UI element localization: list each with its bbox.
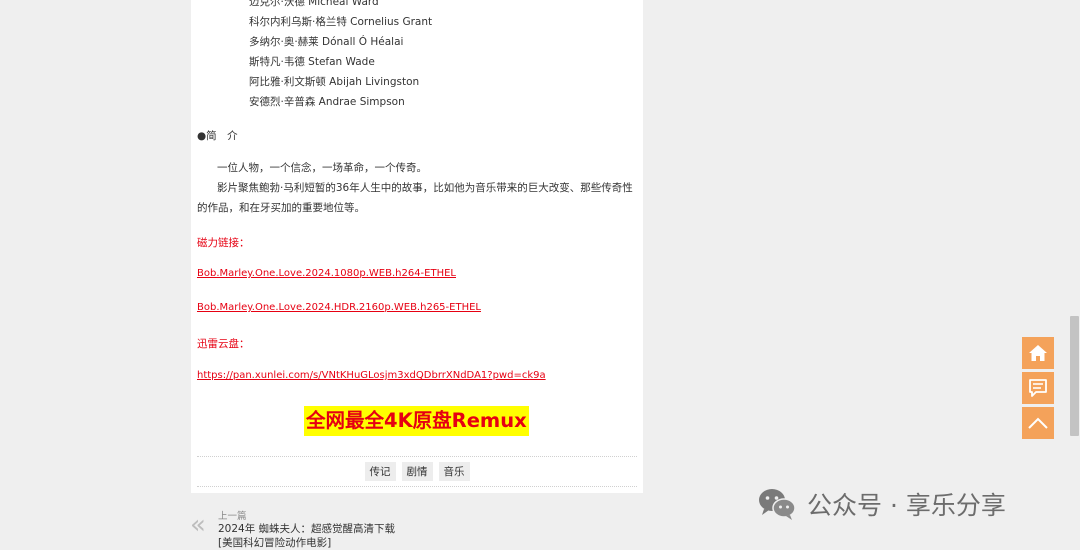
tag-biography[interactable]: 传记 xyxy=(364,462,396,481)
intro-tagline: 一位人物，一个信念，一场革命，一个传奇。 xyxy=(217,162,427,174)
remux-banner: 全网最全4K原盘Remux xyxy=(304,406,529,436)
wechat-watermark: 公众号 · 享乐分享 xyxy=(757,486,1006,522)
tag-drama[interactable]: 剧情 xyxy=(401,462,433,481)
cast-line: 迈克尔·沃德 Micheal Ward xyxy=(249,0,379,8)
tag-list: 传记 剧情 音乐 xyxy=(191,462,643,481)
double-chevron-left-icon[interactable]: « xyxy=(190,512,206,538)
scrollbar-track[interactable] xyxy=(1069,0,1080,548)
divider xyxy=(197,456,637,457)
tag-music[interactable]: 音乐 xyxy=(438,462,470,481)
chevron-up-icon xyxy=(1028,417,1048,429)
watermark-text: 公众号 · 享乐分享 xyxy=(807,491,1006,520)
magnet-link-1080p[interactable]: Bob.Marley.One.Love.2024.1080p.WEB.h264-… xyxy=(197,268,456,279)
article-card: 迈克尔·沃德 Micheal Ward 科尔内利乌斯·格兰特 Cornelius… xyxy=(191,0,643,493)
cast-line: 安德烈·辛普森 Andrae Simpson xyxy=(249,96,405,108)
cast-line: 科尔内利乌斯·格兰特 Cornelius Grant xyxy=(249,16,433,28)
cast-line: 阿比雅·利文斯顿 Abijah Livingston xyxy=(249,76,420,88)
magnet-label: 磁力链接： xyxy=(197,237,250,249)
divider xyxy=(197,486,637,487)
comment-button[interactable] xyxy=(1022,372,1054,404)
comment-icon xyxy=(1029,379,1047,397)
home-button[interactable] xyxy=(1022,337,1054,369)
prev-post-label: 上一篇 xyxy=(218,511,247,522)
xunlei-link[interactable]: https://pan.xunlei.com/s/VNtKHuGLosjm3xd… xyxy=(197,370,546,381)
scrollbar-thumb[interactable] xyxy=(1070,316,1079,436)
intro-heading: ●简 介 xyxy=(197,130,238,142)
back-to-top-button[interactable] xyxy=(1022,407,1054,439)
intro-synopsis: 影片聚焦鲍勃·马利短暂的36年人生中的故事，比如他为音乐带来的巨大改变、那些传奇… xyxy=(197,182,633,214)
cast-line: 斯特凡·韦德 Stefan Wade xyxy=(249,56,375,68)
cast-line: 多纳尔·奥·赫莱 Dónall Ó Héalai xyxy=(249,36,404,48)
prev-post-link[interactable]: 2024年 蜘蛛夫人：超感觉醒高清下载 xyxy=(218,521,395,536)
home-icon xyxy=(1029,345,1047,361)
xunlei-label: 迅雷云盘： xyxy=(197,338,250,350)
wechat-icon xyxy=(759,489,796,520)
magnet-link-2160p[interactable]: Bob.Marley.One.Love.2024.HDR.2160p.WEB.h… xyxy=(197,302,481,313)
